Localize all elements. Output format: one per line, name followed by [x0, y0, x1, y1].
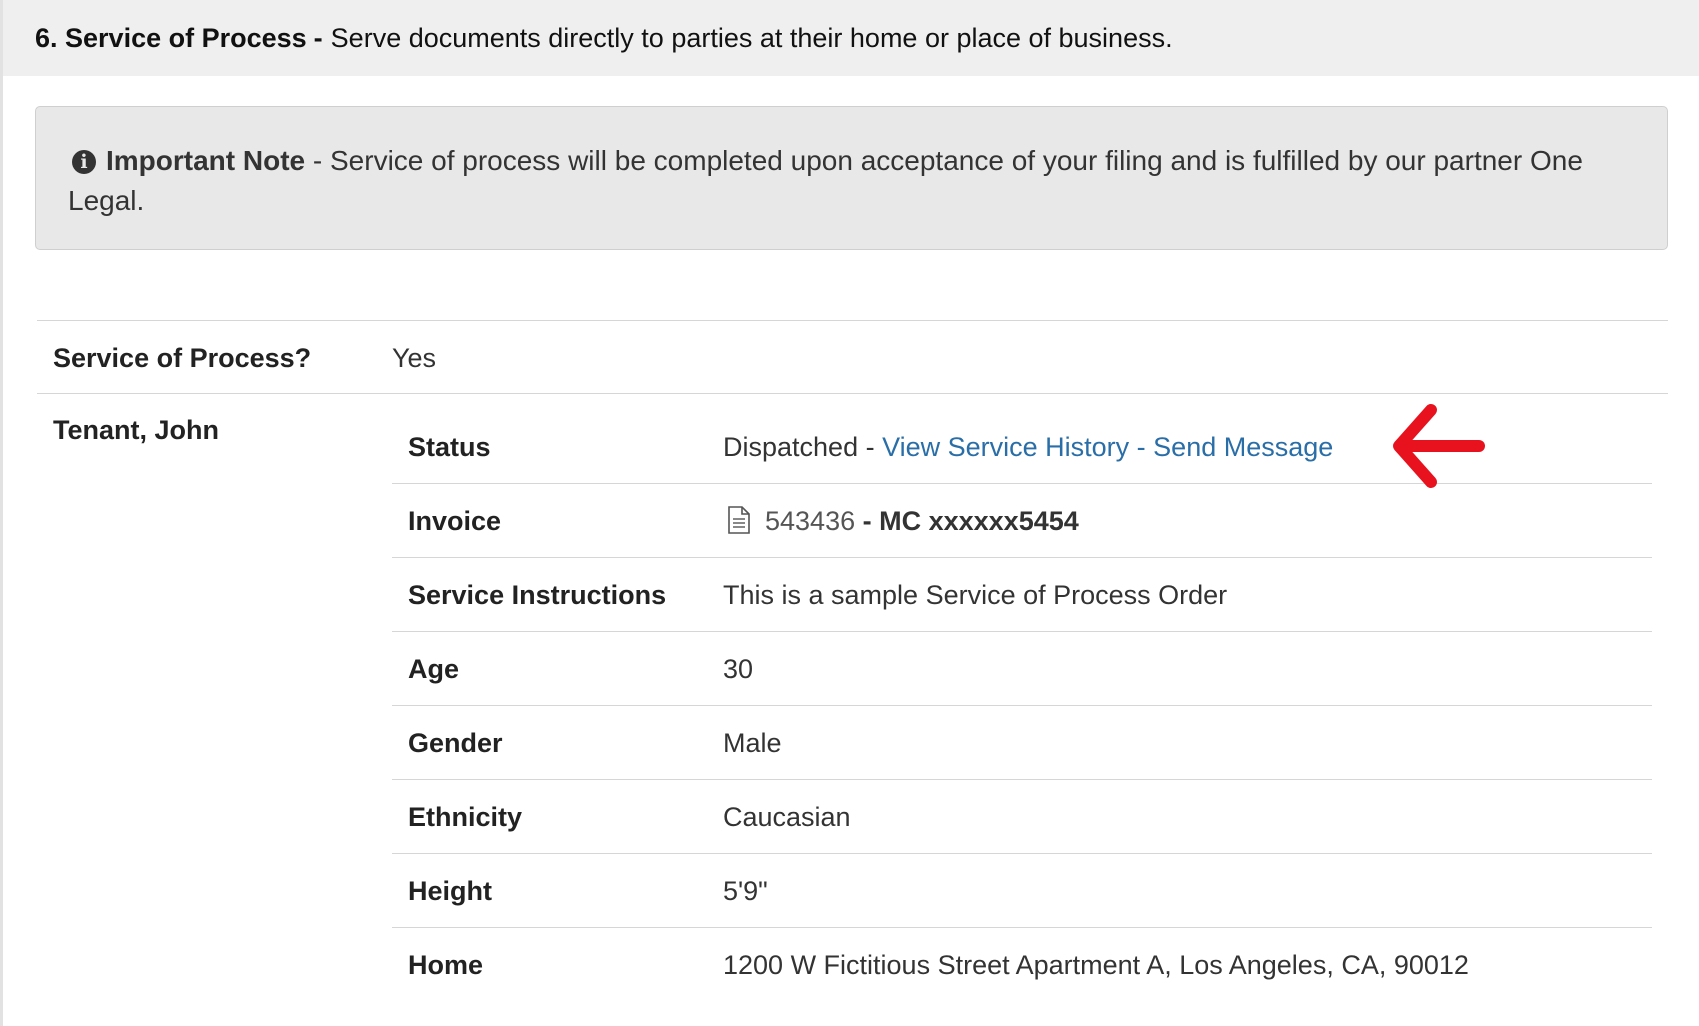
- gender-row: Gender Male: [392, 706, 1652, 780]
- service-of-process-label: Service of Process?: [53, 343, 312, 373]
- send-message-link[interactable]: Send Message: [1153, 432, 1333, 462]
- info-icon: i: [72, 150, 96, 174]
- service-of-process-value: Yes: [392, 343, 437, 373]
- section-title: 6. Service of Process: [35, 22, 307, 53]
- gender-label: Gender: [408, 728, 503, 758]
- age-label: Age: [408, 654, 460, 684]
- ethnicity-label: Ethnicity: [408, 802, 523, 832]
- home-value: 1200 W Fictitious Street Apartment A, Lo…: [723, 950, 1469, 980]
- view-service-history-link[interactable]: View Service History: [882, 432, 1129, 462]
- service-of-process-panel: 6. Service of Process - Serve documents …: [0, 0, 1699, 1026]
- invoice-value-cell: 543436 - MC xxxxxx5454: [723, 506, 1079, 541]
- status-value-cell: Dispatched - View Service History - Send…: [723, 432, 1333, 463]
- document-icon[interactable]: [727, 506, 751, 541]
- important-note-alert: i Important Note - Service of process wil…: [35, 106, 1668, 250]
- ethnicity-value: Caucasian: [723, 802, 851, 832]
- status-separator: -: [858, 432, 883, 462]
- height-value: 5'9": [723, 876, 768, 906]
- service-of-process-row: Service of Process? Yes: [37, 320, 1668, 394]
- age-row: Age 30: [392, 632, 1652, 706]
- height-row: Height 5'9": [392, 854, 1652, 928]
- section-header: 6. Service of Process - Serve documents …: [3, 0, 1699, 76]
- gender-value: Male: [723, 728, 782, 758]
- section-title-separator: -: [313, 22, 323, 53]
- note-title: Important Note: [106, 145, 306, 176]
- height-label: Height: [408, 876, 492, 906]
- section-description: Serve documents directly to parties at t…: [330, 22, 1173, 53]
- link-separator: -: [1129, 432, 1154, 462]
- status-value: Dispatched: [723, 432, 859, 462]
- service-instructions-row: Service Instructions This is a sample Se…: [392, 558, 1652, 632]
- red-arrow-icon: [1393, 404, 1485, 488]
- status-label: Status: [408, 432, 491, 462]
- service-instructions-label: Service Instructions: [408, 580, 667, 610]
- invoice-separator: -: [855, 506, 880, 536]
- home-row: Home 1200 W Fictitious Street Apartment …: [392, 928, 1652, 1002]
- invoice-row: Invoice 543436 - MC xxxxxx5454: [392, 484, 1652, 558]
- age-value: 30: [723, 654, 754, 684]
- invoice-number: 543436: [765, 506, 856, 536]
- party-details-table: Status Dispatched - View Service History…: [392, 410, 1652, 1002]
- service-instructions-value: This is a sample Service of Process Orde…: [723, 580, 1228, 610]
- party-name: Tenant, John: [53, 415, 219, 445]
- ethnicity-row: Ethnicity Caucasian: [392, 780, 1652, 854]
- payment-method: MC xxxxxx5454: [879, 506, 1079, 536]
- invoice-label: Invoice: [408, 506, 502, 536]
- home-label: Home: [408, 950, 484, 980]
